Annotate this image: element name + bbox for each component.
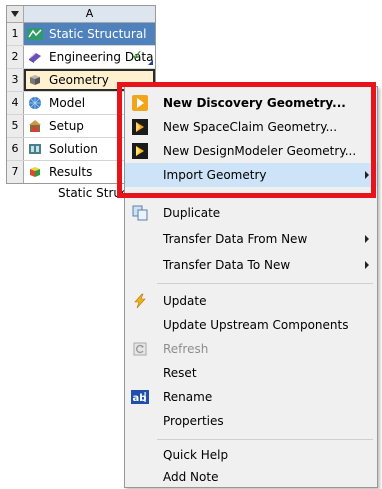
results-icon [27,165,43,179]
discovery-icon [131,95,149,111]
row-number: 1 [7,23,24,45]
refresh-icon [131,341,149,357]
menu-item-refresh[interactable]: Refresh [125,337,377,361]
context-menu: New Discovery Geometry... New SpaceClaim… [124,86,378,488]
add-note-label: Add Note [163,470,219,484]
solution-icon [27,142,43,156]
submenu-arrow-icon [365,235,369,243]
properties-label: Properties [163,414,224,428]
engineering-data-cell[interactable]: Engineering Data ✓ [24,46,155,68]
geometry-label: Geometry [49,73,109,87]
transfer-data-from-new-label: Transfer Data From New [163,232,308,246]
menu-separator [157,439,373,440]
system-row-engineering-data[interactable]: 2 Engineering Data ✓ [7,46,155,69]
system-row-title[interactable]: 1 Static Structural [7,23,155,46]
row-number: 7 [7,161,24,183]
static-structural-icon [27,27,43,41]
menu-item-quick-help[interactable]: Quick Help [125,443,377,467]
row-number: 3 [7,69,24,91]
menu-item-duplicate[interactable]: Duplicate [125,201,377,225]
system-dropdown-button[interactable] [7,6,24,22]
update-label: Update [163,294,207,308]
row-number: 6 [7,138,24,160]
update-lightning-icon [131,293,149,309]
model-label: Model [49,96,86,110]
row-number: 5 [7,115,24,137]
menu-item-new-designmodeler-geometry[interactable]: New DesignModeler Geometry... [125,139,377,163]
system-header: A [7,6,155,23]
update-upstream-components-label: Update Upstream Components [163,318,349,332]
menu-item-new-spaceclaim-geometry[interactable]: New SpaceClaim Geometry... [125,115,377,139]
setup-label: Setup [49,119,84,133]
corner-flag-icon [148,60,153,65]
system-title-label: Static Structural [49,27,147,41]
svg-text:ab: ab [133,393,147,404]
geometry-icon [27,73,43,87]
setup-icon [27,119,43,133]
menu-separator [157,283,373,284]
submenu-arrow-icon [365,261,369,269]
menu-item-transfer-data-to-new[interactable]: Transfer Data To New [125,253,377,277]
menu-item-properties[interactable]: Properties [125,409,377,433]
up-to-date-check-icon: ✓ [131,48,143,64]
row-number: 4 [7,92,24,114]
results-label: Results [49,165,93,179]
menu-item-add-note[interactable]: Add Note [125,465,377,489]
engineering-data-icon [27,50,43,64]
new-spaceclaim-geometry-label: New SpaceClaim Geometry... [163,120,338,134]
refresh-label: Refresh [163,342,209,356]
submenu-arrow-icon [365,171,369,179]
duplicate-label: Duplicate [163,206,221,220]
transfer-data-to-new-label: Transfer Data To New [163,258,291,272]
solution-label: Solution [49,142,98,156]
menu-item-reset[interactable]: Reset [125,361,377,385]
new-designmodeler-geometry-label: New DesignModeler Geometry... [163,144,357,158]
spaceclaim-icon [131,119,149,135]
reset-label: Reset [163,366,197,380]
rename-icon: ab [131,389,149,405]
quick-help-label: Quick Help [163,448,229,462]
model-icon [27,96,43,110]
menu-item-new-discovery-geometry[interactable]: New Discovery Geometry... [125,91,377,115]
duplicate-icon [131,205,149,221]
system-column-letter: A [24,6,155,22]
designmodeler-icon [131,143,149,159]
import-geometry-label: Import Geometry [163,168,267,182]
menu-item-update-upstream-components[interactable]: Update Upstream Components [125,313,377,337]
system-title-cell[interactable]: Static Structural [24,23,155,45]
rename-label: Rename [163,390,213,404]
menu-separator [157,195,373,196]
system-name-caption[interactable]: Static Struc [58,186,128,200]
new-discovery-geometry-label: New Discovery Geometry... [163,96,346,110]
menu-item-transfer-data-from-new[interactable]: Transfer Data From New [125,227,377,251]
menu-item-rename[interactable]: ab Rename [125,385,377,409]
menu-item-import-geometry[interactable]: Import Geometry [125,163,377,187]
menu-item-update[interactable]: Update [125,289,377,313]
row-number: 2 [7,46,24,68]
